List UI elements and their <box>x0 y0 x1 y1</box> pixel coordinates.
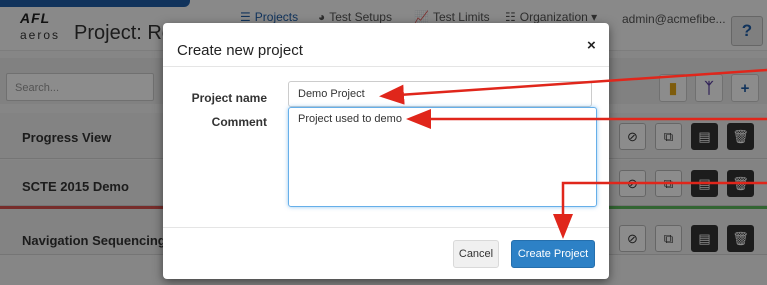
comment-label: Comment <box>211 115 267 129</box>
cancel-button[interactable]: Cancel <box>453 240 499 268</box>
create-project-dialog: Create new project × Project name Demo P… <box>163 23 609 279</box>
create-project-button[interactable]: Create Project <box>511 240 595 268</box>
dialog-title: Create new project <box>177 42 303 59</box>
comment-field[interactable]: Project used to demo <box>288 107 597 207</box>
dialog-header-divider <box>163 66 609 67</box>
project-name-field[interactable]: Demo Project <box>288 81 592 107</box>
dialog-footer-divider <box>163 227 609 228</box>
project-name-label: Project name <box>191 91 267 105</box>
close-icon[interactable]: × <box>587 37 596 54</box>
